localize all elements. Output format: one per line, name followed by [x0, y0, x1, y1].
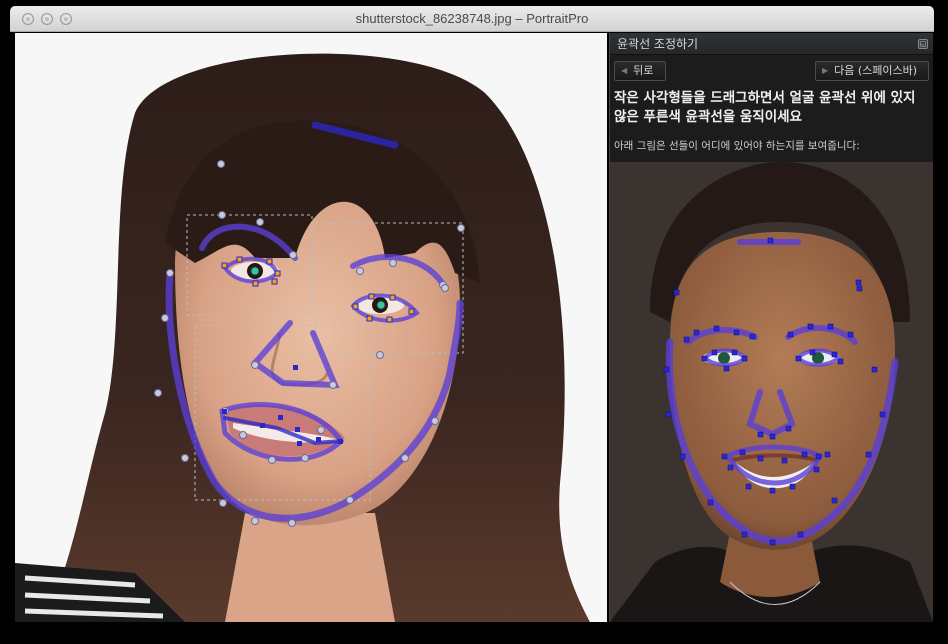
- contour-adjust-panel: 윤곽선 조정하기 ◱ ◀ 뒤로 ▶ 다음 (스페이스바) 작은 사각형들을 드래그하…: [609, 33, 933, 622]
- title-bar: shutterstock_86238748.jpg – PortraitPro: [10, 6, 934, 32]
- next-button-label: 다음 (스페이스바): [834, 64, 918, 77]
- back-button[interactable]: ◀ 뒤로: [614, 61, 666, 81]
- portrait-photo: [15, 33, 607, 622]
- reference-caption: 아래 그림은 선들이 어디에 있어야 하는지를 보여줍니다:: [614, 140, 860, 152]
- panel-nav: ◀ 뒤로 ▶ 다음 (스페이스바): [614, 61, 929, 81]
- back-button-label: 뒤로: [633, 64, 654, 77]
- panel-header: 윤곽선 조정하기 ◱: [610, 33, 933, 55]
- instruction-text: 작은 사각형들을 드래그하면서 얼굴 윤곽선 위에 있지 않은 푸른색 윤곽선을…: [614, 90, 916, 125]
- reference-face-illustration: [610, 162, 933, 622]
- portraitpro-window: shutterstock_86238748.jpg – PortraitPro: [0, 0, 948, 644]
- panel-detach-icon[interactable]: ◱: [918, 39, 928, 49]
- left-triangle-icon: ◀: [621, 66, 628, 75]
- reference-image: [610, 162, 933, 622]
- window-title: shutterstock_86238748.jpg – PortraitPro: [355, 11, 589, 26]
- panel-title: 윤곽선 조정하기: [617, 37, 699, 51]
- next-button[interactable]: ▶ 다음 (스페이스바): [815, 61, 929, 81]
- right-triangle-icon: ▶: [822, 66, 829, 75]
- photo-canvas[interactable]: [15, 33, 607, 622]
